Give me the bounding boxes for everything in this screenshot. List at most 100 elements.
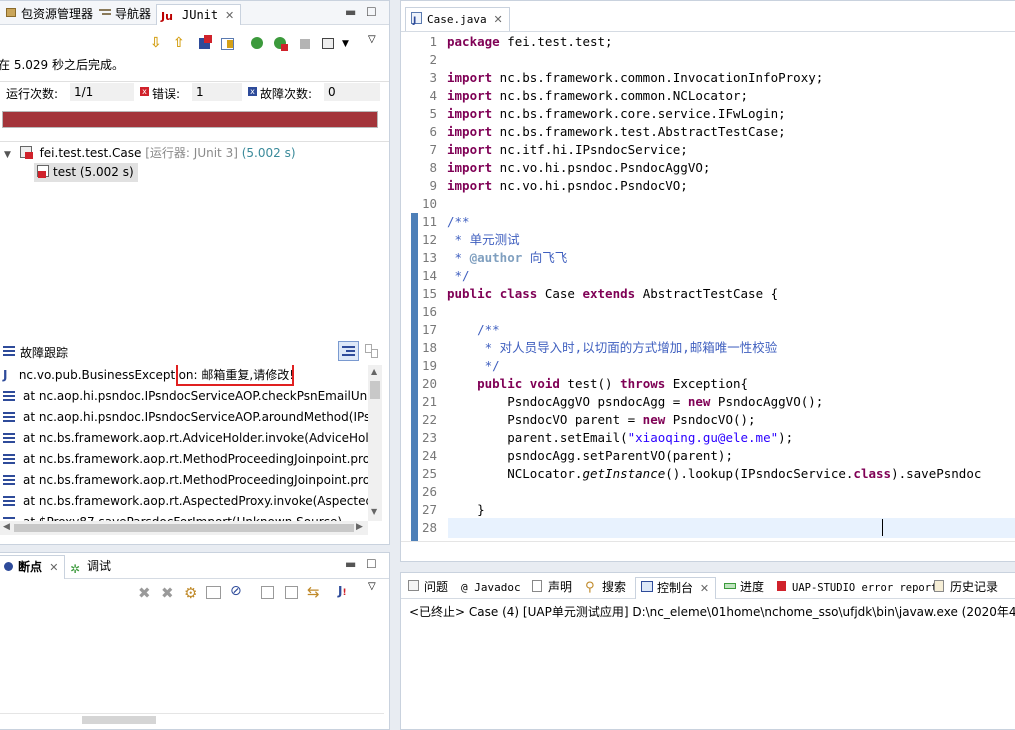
code-line: 22 PsndocVO parent = new PsndocVO(); [409, 411, 1015, 429]
show-supported-breakpoints-icon[interactable]: ⚙ [184, 584, 197, 602]
code-text: NCLocator.getInstance().lookup(IPsndocSe… [447, 466, 982, 481]
trace-line[interactable]: at nc.bs.framework.aop.rt.MethodProceedi… [0, 470, 368, 491]
tab-search[interactable]: ⚲ 搜索 [581, 577, 632, 598]
tab-breakpoints[interactable]: 断点 ✕ [0, 555, 66, 579]
remove-all-breakpoints-icon[interactable]: ✖ [161, 584, 174, 602]
close-icon[interactable]: ✕ [225, 9, 234, 22]
collapse-all-icon[interactable] [285, 586, 298, 599]
add-exception-breakpoint-icon[interactable]: J! [338, 584, 347, 598]
code-text: parent.setEmail("xiaoqing.gu@ele.me"); [447, 430, 794, 445]
trace-line[interactable]: at nc.bs.framework.aop.rt.AspectedProxy.… [0, 491, 368, 512]
code-line: 15 public class Case extends AbstractTest… [409, 285, 1015, 303]
trace-line[interactable]: at nc.aop.hi.psndoc.IPsndocServiceAOP.ar… [0, 407, 368, 428]
editor-horizontal-scrollbar[interactable] [401, 541, 1015, 555]
code-line: 5 import nc.bs.framework.core.service.IFw… [409, 105, 1015, 123]
error-icon: x [140, 87, 149, 96]
test-error-icon [36, 164, 50, 178]
tab-progress[interactable]: 进度 [719, 577, 770, 598]
rerun-failed-first-icon[interactable] [272, 35, 290, 53]
line-number: 12 [421, 232, 437, 247]
expand-all-icon[interactable] [261, 586, 274, 599]
trace-line[interactable]: at nc.bs.framework.aop.rt.AdviceHolder.i… [0, 428, 368, 449]
remove-breakpoint-icon[interactable]: ✖ [138, 584, 151, 602]
code-line: 4 import nc.bs.framework.common.NCLocator… [409, 87, 1015, 105]
code-area[interactable]: 1 package fei.test.test; 2 3 import nc.bs.fr… [409, 33, 1015, 537]
code-text: * 对人员导入时,以切面的方式增加,邮箱唯一性校验 [447, 340, 778, 355]
expand-arrow-icon[interactable]: ▼ [4, 150, 11, 160]
previous-failure-icon[interactable]: ⇧ [173, 35, 191, 53]
line-number: 11 [421, 214, 437, 229]
stop-icon[interactable] [296, 35, 314, 53]
code-line: 18 * 对人员导入时,以切面的方式增加,邮箱唯一性校验 [409, 339, 1015, 357]
minimize-icon[interactable]: ▬ [345, 5, 356, 19]
compare-icon[interactable] [365, 344, 379, 358]
error-report-icon [775, 579, 789, 593]
tab-junit[interactable]: Ju JUnit ✕ [156, 4, 242, 25]
code-line: 16 [409, 303, 1015, 321]
junit-icon: Ju [161, 10, 173, 23]
code-line: 21 PsndocAggVO psndocAgg = new PsndocAgg… [409, 393, 1015, 411]
test-history-icon[interactable] [320, 35, 338, 53]
code-line: 9 import nc.vo.hi.psndoc.PsndocVO; [409, 177, 1015, 195]
go-to-file-icon[interactable] [206, 586, 221, 599]
tab-declaration[interactable]: 声明 [527, 577, 578, 598]
scroll-lock-icon[interactable] [219, 35, 237, 53]
runs-value: 1/1 [70, 83, 134, 101]
tab-problems[interactable]: 问题 [403, 577, 454, 598]
tab-console[interactable]: 控制台 ✕ [635, 577, 717, 599]
tree-child-row[interactable]: test (5.002 s) [34, 163, 138, 182]
maximize-icon[interactable]: ☐ [366, 5, 377, 19]
line-number: 14 [421, 268, 437, 283]
next-failure-icon[interactable]: ⇩ [150, 35, 168, 53]
trace-line[interactable]: at nc.aop.hi.psndoc.IPsndocServiceAOP.ch… [0, 386, 368, 407]
close-icon[interactable]: ✕ [493, 13, 502, 26]
text-cursor [882, 519, 883, 536]
maximize-icon[interactable]: ☐ [366, 557, 377, 571]
view-menu-icon[interactable]: ▽ [368, 34, 386, 52]
code-line: 7 import nc.itf.hi.IPsndocService; [409, 141, 1015, 159]
console-tabbar: 问题 @ Javadoc 声明 ⚲ 搜索 控制台 ✕ 进度 UAP-STUDIO… [401, 573, 1015, 599]
line-number: 2 [429, 52, 437, 67]
line-number: 6 [429, 124, 437, 139]
errors-value: 1 [192, 83, 242, 101]
minimize-icon[interactable]: ▬ [345, 557, 356, 571]
rerun-test-icon[interactable] [249, 35, 267, 53]
stack-frame-icon [3, 391, 15, 401]
show-failures-only-icon[interactable] [196, 35, 214, 53]
tab-case-java[interactable]: J Case.java ✕ [405, 7, 510, 31]
close-icon[interactable]: ✕ [700, 582, 709, 595]
line-number: 26 [421, 484, 437, 499]
code-line: 23 parent.setEmail("xiaoqing.gu@ele.me")… [409, 429, 1015, 447]
tab-navigator[interactable]: 导航器 [94, 4, 157, 25]
tab-package-explorer[interactable]: 包资源管理器 [0, 4, 99, 25]
link-with-debug-icon[interactable]: ⇆ [307, 583, 320, 601]
tree-root-runner: [运行器: JUnit 3] [145, 146, 238, 160]
line-number: 19 [421, 358, 437, 373]
breakpoint-icon [1, 559, 15, 573]
tree-root-row[interactable]: ▼ fei.test.test.Case [运行器: JUnit 3] (5.0… [4, 144, 296, 162]
trace-line[interactable]: at nc.bs.framework.aop.rt.MethodProceedi… [0, 449, 368, 470]
history-dropdown-icon[interactable]: ▼ [342, 39, 360, 57]
breakpoints-horizontal-scrollbar[interactable] [0, 713, 384, 724]
breakpoints-tabbar: 断点 ✕ ✲ 调试 ▬ ☐ [0, 553, 389, 579]
failure-trace-icon [3, 346, 15, 356]
line-number: 4 [429, 88, 437, 103]
tab-error-report[interactable]: UAP-STUDIO error report [771, 577, 943, 598]
view-menu-icon[interactable]: ▽ [368, 581, 376, 592]
junit-tabbar: 包资源管理器 导航器 Ju JUnit ✕ ▬ ☐ [0, 1, 389, 25]
failure-trace-header: 故障跟踪 [0, 339, 389, 363]
code-text: public void test() throws Exception{ [477, 376, 749, 391]
trace-horizontal-scrollbar[interactable]: ◀ ▶ [0, 521, 368, 535]
close-icon[interactable]: ✕ [49, 561, 58, 574]
tab-debug[interactable]: ✲ 调试 [66, 555, 117, 579]
trace-vertical-scrollbar[interactable]: ▲ ▼ [368, 365, 382, 521]
filter-stack-icon[interactable] [338, 341, 359, 361]
test-suite-error-icon [19, 145, 33, 159]
tab-javadoc[interactable]: @ Javadoc [457, 577, 527, 598]
line-number: 15 [421, 286, 437, 301]
tab-history[interactable]: 历史记录 [929, 577, 1004, 598]
debug-icon: ✲ [70, 562, 81, 576]
breakpoints-panel: 断点 ✕ ✲ 调试 ▬ ☐ ✖ ✖ ⚙ ⊘ ⇆ J! ▽ [0, 552, 390, 730]
code-line: 8 import nc.vo.hi.psndoc.PsndocAggVO; [409, 159, 1015, 177]
skip-breakpoints-icon[interactable]: ⊘ [230, 583, 242, 599]
